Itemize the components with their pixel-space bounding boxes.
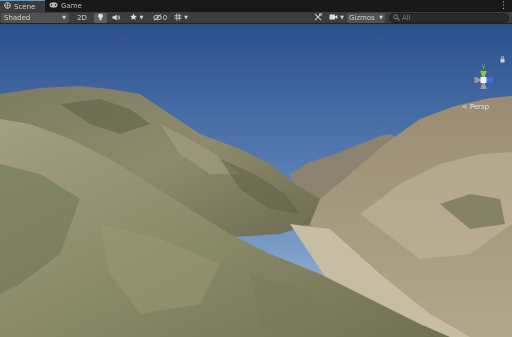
scene-lighting-toggle[interactable] <box>94 13 107 23</box>
search-icon <box>393 13 400 23</box>
tab-scene[interactable]: Scene <box>0 0 45 12</box>
chevron-down-icon: ▼ <box>62 15 66 21</box>
scene-toolbar: Shaded ▼ 2D ▼ 0 ▼ ▼ Gizmos ▼ All <box>0 12 512 24</box>
tools-button[interactable] <box>311 13 324 23</box>
search-placeholder: All <box>402 14 411 22</box>
scene-viewport[interactable]: y < Persp <box>0 24 512 337</box>
more-options-icon[interactable]: ⋮ <box>499 0 508 12</box>
lighting-icon <box>97 13 104 23</box>
2d-mode-toggle[interactable]: 2D <box>75 13 89 23</box>
tab-scene-label: Scene <box>14 2 36 11</box>
visibility-icon <box>153 13 162 23</box>
hidden-objects-count: 0 <box>162 14 168 22</box>
search-input[interactable]: All <box>389 13 509 23</box>
camera-settings-dropdown[interactable]: ▼ <box>327 13 346 23</box>
effects-icon <box>129 13 138 23</box>
gizmos-dropdown[interactable]: Gizmos ▼ <box>347 13 385 23</box>
camera-icon <box>329 14 338 22</box>
audio-icon <box>112 14 120 23</box>
lock-icon[interactable] <box>500 56 505 63</box>
projection-toggle[interactable]: < Persp <box>462 103 489 111</box>
tab-game[interactable]: Game <box>45 0 85 12</box>
tools-icon <box>314 13 322 23</box>
gizmo-center-cube[interactable] <box>480 77 487 83</box>
hidden-objects-toggle[interactable]: 0 <box>151 13 169 23</box>
2d-mode-label: 2D <box>77 14 87 22</box>
shading-mode-label: Shaded <box>4 14 31 22</box>
chevron-down-icon: ▼ <box>184 15 188 21</box>
chevron-down-icon: ▼ <box>340 15 344 21</box>
shading-mode-dropdown[interactable]: Shaded ▼ <box>1 13 69 23</box>
chevron-left-icon: < <box>462 103 468 111</box>
projection-label: Persp <box>469 103 490 111</box>
gizmos-label: Gizmos <box>349 14 375 22</box>
grid-icon <box>174 13 182 23</box>
scene-icon <box>4 2 11 11</box>
chevron-down-icon: ▼ <box>379 15 383 21</box>
grid-dropdown[interactable]: ▼ <box>170 13 192 23</box>
chevron-down-icon: ▼ <box>139 15 144 21</box>
tab-bar: Scene Game ⋮ <box>0 0 512 12</box>
effects-dropdown[interactable]: ▼ <box>124 13 148 23</box>
scene-audio-toggle[interactable] <box>109 13 122 23</box>
y-axis-label: y <box>482 63 486 70</box>
game-icon <box>49 2 58 10</box>
terrain-render <box>0 24 512 337</box>
tab-game-label: Game <box>61 2 82 10</box>
